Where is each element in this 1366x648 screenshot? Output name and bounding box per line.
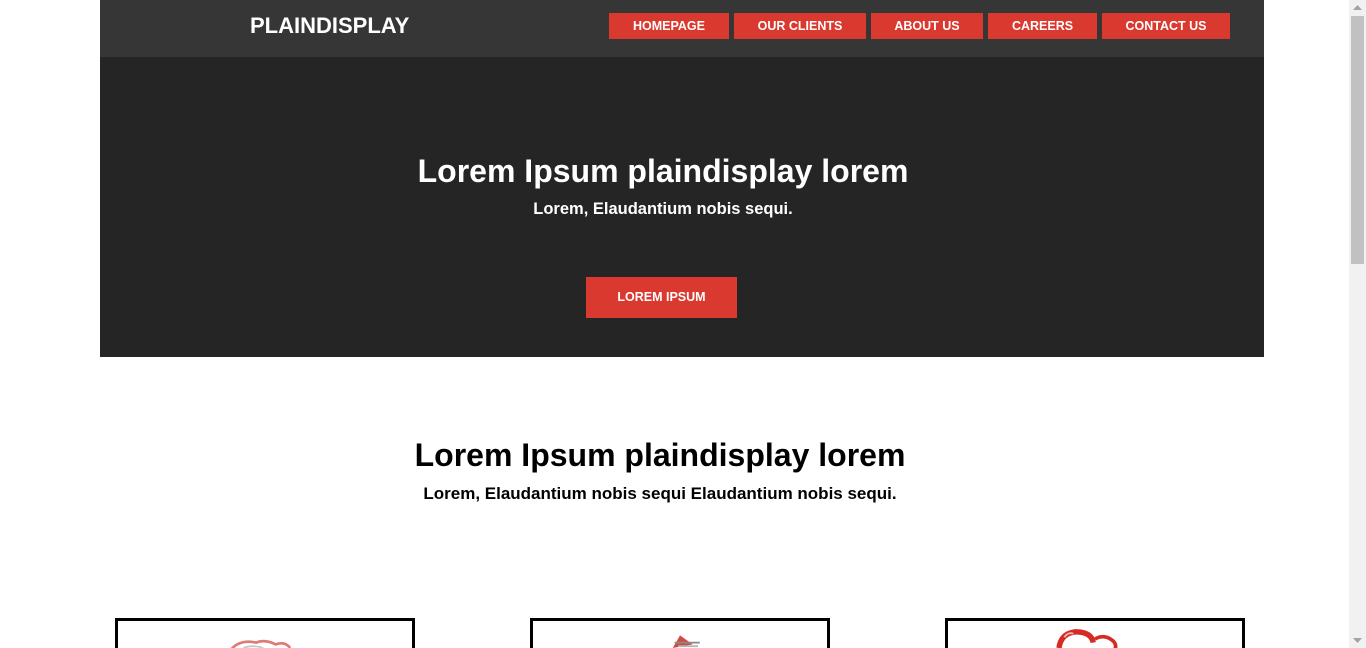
- site-logo[interactable]: PLAINDISPLAY: [250, 12, 409, 40]
- product-image-icon: [1056, 629, 1118, 648]
- site-header: PLAINDISPLAY HOMEPAGE OUR CLIENTS ABOUT …: [100, 0, 1264, 57]
- scroll-down-arrow-icon[interactable]: [1349, 632, 1366, 648]
- hero-cta-button[interactable]: LOREM IPSUM: [586, 277, 737, 318]
- section-title: Lorem Ipsum plaindisplay lorem: [414, 437, 906, 473]
- hero-subtitle: Lorem, Elaudantium nobis sequi.: [533, 200, 793, 218]
- nav-homepage-button[interactable]: HOMEPAGE: [609, 13, 729, 39]
- nav-careers-button[interactable]: CAREERS: [988, 13, 1097, 39]
- product-image-icon: [672, 635, 700, 648]
- hero-title: Lorem Ipsum plaindisplay lorem: [417, 153, 909, 189]
- product-card[interactable]: [115, 618, 415, 648]
- product-card[interactable]: [530, 618, 830, 648]
- nav-our-clients-button[interactable]: OUR CLIENTS: [734, 13, 866, 39]
- hero-banner: Lorem Ipsum plaindisplay lorem Lorem, El…: [100, 57, 1264, 357]
- product-image-icon: [230, 639, 292, 648]
- product-card[interactable]: [945, 618, 1245, 648]
- nav-about-us-button[interactable]: ABOUT US: [871, 13, 983, 39]
- page: PLAINDISPLAY HOMEPAGE OUR CLIENTS ABOUT …: [0, 0, 1366, 648]
- scroll-up-arrow-icon[interactable]: [1349, 0, 1366, 16]
- nav-contact-us-button[interactable]: CONTACT US: [1102, 13, 1230, 39]
- scrollbar-thumb[interactable]: [1351, 16, 1364, 264]
- section-subtitle: Lorem, Elaudantium nobis sequi Elaudanti…: [423, 484, 897, 503]
- main-nav: HOMEPAGE OUR CLIENTS ABOUT US CAREERS CO…: [609, 13, 1230, 39]
- vertical-scrollbar[interactable]: [1349, 0, 1366, 648]
